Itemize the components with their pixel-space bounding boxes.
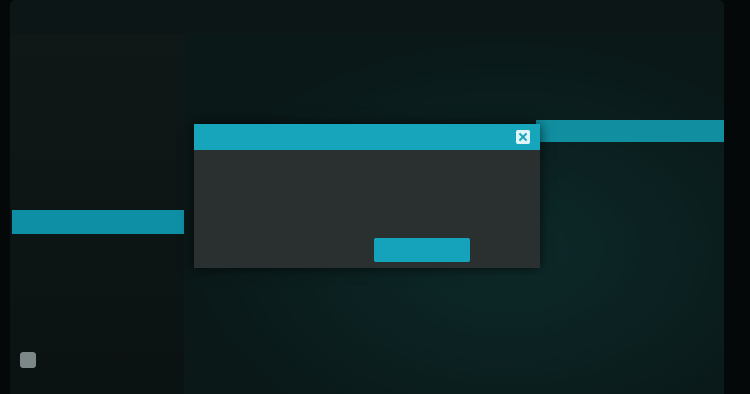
power-icon [20,352,36,368]
sidebar-item-2[interactable] [20,80,180,104]
close-icon[interactable] [516,130,530,144]
setting-row[interactable] [194,68,714,90]
sidebar-item-active[interactable] [12,210,184,234]
sidebar-item-3[interactable] [20,114,180,138]
sidebar-footer[interactable] [20,350,46,370]
confirm-dialog [194,124,540,268]
setting-row-selected[interactable] [536,120,724,142]
confirm-button[interactable] [374,238,470,262]
sidebar-item-4[interactable] [20,146,180,170]
sidebar-item-1[interactable] [20,48,180,72]
top-bar [10,0,724,34]
cancel-button[interactable] [264,238,360,262]
sidebar-item-7[interactable] [20,244,180,268]
sidebar [10,34,184,394]
dialog-header [194,124,540,150]
setting-row[interactable] [194,94,714,116]
sidebar-item-5[interactable] [20,178,180,202]
